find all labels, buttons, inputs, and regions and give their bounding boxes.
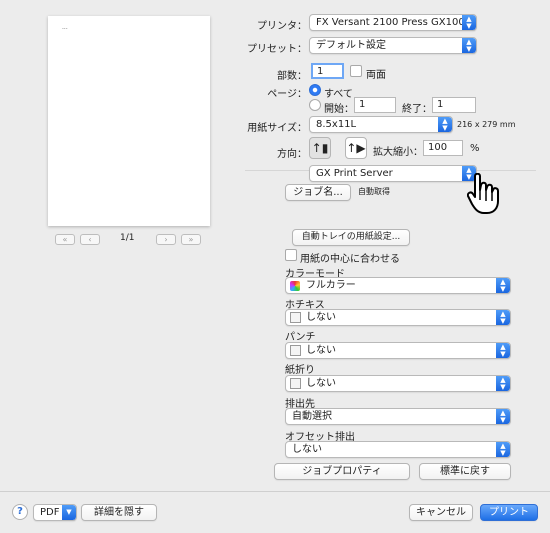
staple-icon bbox=[290, 312, 301, 323]
cancel-button[interactable]: キャンセル bbox=[409, 504, 473, 521]
popup-arrows-icon: ▲ ▼ bbox=[496, 310, 510, 325]
orientation-label: 方向： bbox=[277, 149, 307, 160]
preset-popup[interactable]: デフォルト設定 ▲ ▼ bbox=[309, 37, 477, 54]
pdf-label: PDF bbox=[40, 507, 60, 518]
color-swatch-icon bbox=[290, 281, 300, 291]
scale-label: 拡大縮小： bbox=[373, 147, 423, 158]
fold-popup[interactable]: しない ▲ ▼ bbox=[285, 375, 511, 392]
printer-label: プリンタ： bbox=[257, 21, 307, 32]
tray-settings-button[interactable]: 自動トレイの用紙設定... bbox=[292, 229, 410, 246]
preset-value: デフォルト設定 bbox=[316, 40, 386, 51]
pages-label: ページ： bbox=[267, 89, 307, 100]
popup-arrows-icon: ▲ ▼ bbox=[496, 442, 510, 457]
page-counter: 1/1 bbox=[120, 233, 135, 243]
job-name-button[interactable]: ジョブ名... bbox=[285, 184, 351, 201]
copies-label: 部数： bbox=[277, 71, 307, 82]
punch-label: パンチ bbox=[285, 332, 316, 343]
popup-arrows-icon: ▲ ▼ bbox=[496, 376, 510, 391]
popup-arrows-icon: ▲ ▼ bbox=[496, 409, 510, 424]
paper-size-label: 用紙サイズ： bbox=[247, 123, 307, 134]
job-name-value: 自動取得 bbox=[358, 187, 390, 196]
paper-dimensions: 216 x 279 mm bbox=[457, 120, 516, 129]
pages-range-radio[interactable] bbox=[309, 99, 321, 111]
paper-size-popup[interactable]: 8.5x11L ▲ ▼ bbox=[309, 116, 453, 133]
hide-details-button[interactable]: 詳細を隠す bbox=[81, 504, 157, 521]
staple-popup[interactable]: しない ▲ ▼ bbox=[285, 309, 511, 326]
pages-to-field[interactable]: 1 bbox=[432, 97, 476, 113]
fold-label: 紙折り bbox=[285, 365, 315, 376]
offset-popup[interactable]: しない ▲ ▼ bbox=[285, 441, 511, 458]
section-value: GX Print Server bbox=[316, 168, 393, 179]
reset-defaults-button[interactable]: 標準に戻す bbox=[419, 463, 511, 480]
pages-all-label: すべて bbox=[324, 89, 353, 100]
preview-page-text: ... bbox=[62, 24, 68, 31]
pages-from-field[interactable]: 1 bbox=[354, 97, 396, 113]
landscape-icon[interactable]: ↑▶ bbox=[345, 137, 367, 159]
copies-field[interactable]: 1 bbox=[311, 63, 344, 79]
output-value: 自動選択 bbox=[292, 411, 332, 422]
popup-arrows-icon: ▲ ▼ bbox=[462, 15, 476, 30]
popup-arrows-icon: ▲ ▼ bbox=[496, 278, 510, 293]
help-icon[interactable]: ? bbox=[12, 504, 28, 520]
pdf-menu-button[interactable]: PDF ▼ bbox=[33, 504, 77, 521]
job-properties-button[interactable]: ジョブプロパティ bbox=[274, 463, 410, 480]
color-mode-value: フルカラー bbox=[306, 280, 356, 291]
hand-cursor-icon bbox=[466, 172, 507, 215]
portrait-icon[interactable]: ↑▮ bbox=[309, 137, 331, 159]
popup-arrows-icon: ▲ ▼ bbox=[462, 38, 476, 53]
center-on-paper-label: 用紙の中心に合わせる bbox=[300, 254, 400, 265]
duplex-checkbox[interactable] bbox=[350, 65, 362, 77]
scale-field[interactable]: 100 bbox=[423, 140, 463, 156]
fold-icon bbox=[290, 378, 301, 389]
footer-divider bbox=[0, 491, 550, 492]
center-on-paper-checkbox[interactable] bbox=[285, 249, 297, 261]
popup-arrows-icon: ▲ ▼ bbox=[438, 117, 452, 132]
pages-from-label: 開始： bbox=[324, 104, 354, 115]
punch-popup[interactable]: しない ▲ ▼ bbox=[285, 342, 511, 359]
print-button[interactable]: プリント bbox=[480, 504, 538, 521]
prev-page-button[interactable]: ‹ bbox=[80, 234, 100, 245]
page-preview: ... bbox=[48, 16, 210, 226]
paper-size-value: 8.5x11L bbox=[316, 119, 357, 130]
chevron-down-icon: ▼ bbox=[62, 505, 76, 520]
popup-arrows-icon: ▲ ▼ bbox=[496, 343, 510, 358]
last-page-button[interactable]: » bbox=[181, 234, 201, 245]
percent-sign: % bbox=[470, 143, 480, 154]
output-popup[interactable]: 自動選択 ▲ ▼ bbox=[285, 408, 511, 425]
pages-all-radio[interactable] bbox=[309, 84, 321, 96]
printer-value: FX Versant 2100 Press GX1000 bbox=[316, 17, 472, 28]
next-page-button[interactable]: › bbox=[156, 234, 176, 245]
section-popup[interactable]: GX Print Server ▲ ▼ bbox=[309, 165, 477, 182]
printer-popup[interactable]: FX Versant 2100 Press GX1000 ▲ ▼ bbox=[309, 14, 477, 31]
pages-to-label: 終了： bbox=[402, 104, 432, 115]
duplex-label: 両面 bbox=[366, 70, 386, 81]
preset-label: プリセット： bbox=[247, 44, 307, 55]
first-page-button[interactable]: « bbox=[55, 234, 75, 245]
color-mode-popup[interactable]: フルカラー ▲ ▼ bbox=[285, 277, 511, 294]
offset-value: しない bbox=[292, 444, 322, 455]
punch-icon bbox=[290, 345, 301, 356]
